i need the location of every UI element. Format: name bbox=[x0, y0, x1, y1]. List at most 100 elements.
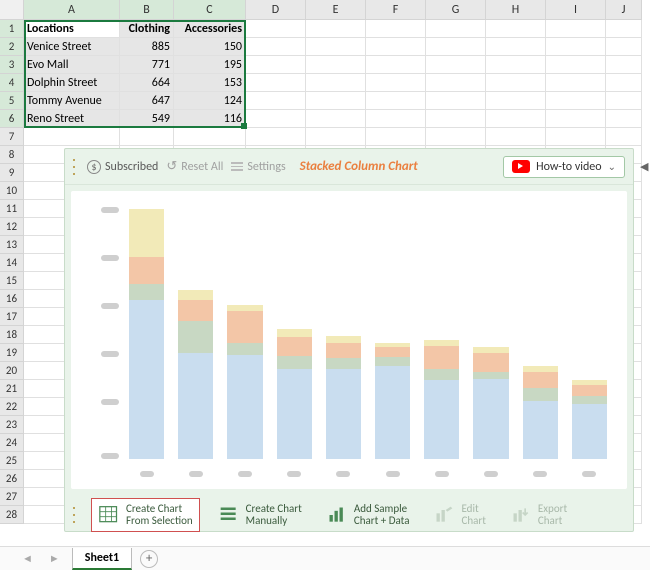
cell-I3[interactable] bbox=[546, 56, 606, 74]
cell-A5[interactable]: Tommy Avenue bbox=[24, 92, 120, 110]
cell-F7[interactable] bbox=[366, 128, 426, 146]
cell-G2[interactable] bbox=[426, 38, 486, 56]
cell-E7[interactable] bbox=[306, 128, 366, 146]
row-header-24[interactable]: 24 bbox=[0, 434, 24, 452]
cell-I1[interactable] bbox=[546, 20, 606, 38]
col-header-G[interactable]: G bbox=[426, 0, 486, 20]
cell-H6[interactable] bbox=[486, 110, 546, 128]
cell-I4[interactable] bbox=[546, 74, 606, 92]
cell-H4[interactable] bbox=[486, 74, 546, 92]
cell-F2[interactable] bbox=[366, 38, 426, 56]
collapse-panel-arrow[interactable]: ◀ bbox=[640, 160, 648, 173]
cell-C5[interactable]: 124 bbox=[174, 92, 246, 110]
row-header-27[interactable]: 27 bbox=[0, 488, 24, 506]
cell-A3[interactable]: Evo Mall bbox=[24, 56, 120, 74]
cell-D1[interactable] bbox=[246, 20, 306, 38]
export-chart-button[interactable]: ExportChart bbox=[504, 499, 573, 531]
cell-A2[interactable]: Venice Street bbox=[24, 38, 120, 56]
cell-B5[interactable]: 647 bbox=[120, 92, 174, 110]
cell-C4[interactable]: 153 bbox=[174, 74, 246, 92]
row-header-4[interactable]: 4 bbox=[0, 74, 24, 92]
cell-F1[interactable] bbox=[366, 20, 426, 38]
row-header-3[interactable]: 3 bbox=[0, 56, 24, 74]
cell-D3[interactable] bbox=[246, 56, 306, 74]
row-header-19[interactable]: 19 bbox=[0, 344, 24, 362]
col-header-E[interactable]: E bbox=[306, 0, 366, 20]
cell-I7[interactable] bbox=[546, 128, 606, 146]
cell-C6[interactable]: 116 bbox=[174, 110, 246, 128]
cell-E1[interactable] bbox=[306, 20, 366, 38]
howto-video-button[interactable]: How-to video ⌄ bbox=[503, 156, 625, 178]
cell-B1[interactable]: Clothing bbox=[120, 20, 174, 38]
add-sample-button[interactable]: Add SampleChart + Data bbox=[320, 499, 416, 531]
col-header-J[interactable]: J bbox=[606, 0, 642, 20]
row-header-25[interactable]: 25 bbox=[0, 452, 24, 470]
cell-E2[interactable] bbox=[306, 38, 366, 56]
cell-J7[interactable] bbox=[606, 128, 642, 146]
cell-A6[interactable]: Reno Street bbox=[24, 110, 120, 128]
edit-chart-button[interactable]: EditChart bbox=[427, 499, 491, 531]
cell-D6[interactable] bbox=[246, 110, 306, 128]
cell-F4[interactable] bbox=[366, 74, 426, 92]
cell-B3[interactable]: 771 bbox=[120, 56, 174, 74]
cell-E3[interactable] bbox=[306, 56, 366, 74]
cell-H5[interactable] bbox=[486, 92, 546, 110]
row-header-10[interactable]: 10 bbox=[0, 182, 24, 200]
cell-F5[interactable] bbox=[366, 92, 426, 110]
cell-E5[interactable] bbox=[306, 92, 366, 110]
col-header-D[interactable]: D bbox=[246, 0, 306, 20]
cell-I2[interactable] bbox=[546, 38, 606, 56]
row-header-8[interactable]: 8 bbox=[0, 146, 24, 164]
cell-E6[interactable] bbox=[306, 110, 366, 128]
cell-G4[interactable] bbox=[426, 74, 486, 92]
cell-E4[interactable] bbox=[306, 74, 366, 92]
create-chart-from-selection-button[interactable]: Create ChartFrom Selection bbox=[91, 498, 200, 532]
cell-H2[interactable] bbox=[486, 38, 546, 56]
col-header-I[interactable]: I bbox=[546, 0, 606, 20]
row-header-22[interactable]: 22 bbox=[0, 398, 24, 416]
row-header-5[interactable]: 5 bbox=[0, 92, 24, 110]
cell-G6[interactable] bbox=[426, 110, 486, 128]
row-header-26[interactable]: 26 bbox=[0, 470, 24, 488]
cell-F3[interactable] bbox=[366, 56, 426, 74]
row-header-18[interactable]: 18 bbox=[0, 326, 24, 344]
row-header-1[interactable]: 1 bbox=[0, 20, 24, 38]
cell-H3[interactable] bbox=[486, 56, 546, 74]
row-header-21[interactable]: 21 bbox=[0, 380, 24, 398]
row-header-17[interactable]: 17 bbox=[0, 308, 24, 326]
col-header-F[interactable]: F bbox=[366, 0, 426, 20]
row-header-20[interactable]: 20 bbox=[0, 362, 24, 380]
tab-nav-next[interactable]: ► bbox=[45, 552, 64, 565]
cell-J6[interactable] bbox=[606, 110, 642, 128]
cell-D2[interactable] bbox=[246, 38, 306, 56]
tab-nav-prev[interactable]: ◄ bbox=[18, 552, 37, 565]
cell-G5[interactable] bbox=[426, 92, 486, 110]
cell-H1[interactable] bbox=[486, 20, 546, 38]
cell-D7[interactable] bbox=[246, 128, 306, 146]
cell-B6[interactable]: 549 bbox=[120, 110, 174, 128]
cell-C1[interactable]: Accessories bbox=[174, 20, 246, 38]
cell-A4[interactable]: Dolphin Street bbox=[24, 74, 120, 92]
cell-D4[interactable] bbox=[246, 74, 306, 92]
drag-handle-icon[interactable] bbox=[73, 159, 79, 175]
row-header-23[interactable]: 23 bbox=[0, 416, 24, 434]
cell-I5[interactable] bbox=[546, 92, 606, 110]
row-header-6[interactable]: 6 bbox=[0, 110, 24, 128]
cell-I6[interactable] bbox=[546, 110, 606, 128]
cell-J4[interactable] bbox=[606, 74, 642, 92]
cell-B2[interactable]: 885 bbox=[120, 38, 174, 56]
cell-A7[interactable] bbox=[24, 128, 120, 146]
row-header-14[interactable]: 14 bbox=[0, 254, 24, 272]
row-header-12[interactable]: 12 bbox=[0, 218, 24, 236]
cell-D5[interactable] bbox=[246, 92, 306, 110]
row-header-13[interactable]: 13 bbox=[0, 236, 24, 254]
cell-C7[interactable] bbox=[174, 128, 246, 146]
col-header-A[interactable]: A bbox=[24, 0, 120, 20]
select-all-corner[interactable] bbox=[0, 0, 24, 20]
col-header-C[interactable]: C bbox=[174, 0, 246, 20]
reset-all-button[interactable]: ↺ Reset All bbox=[166, 159, 223, 174]
col-header-H[interactable]: H bbox=[486, 0, 546, 20]
cell-B7[interactable] bbox=[120, 128, 174, 146]
row-header-15[interactable]: 15 bbox=[0, 272, 24, 290]
cell-C2[interactable]: 150 bbox=[174, 38, 246, 56]
